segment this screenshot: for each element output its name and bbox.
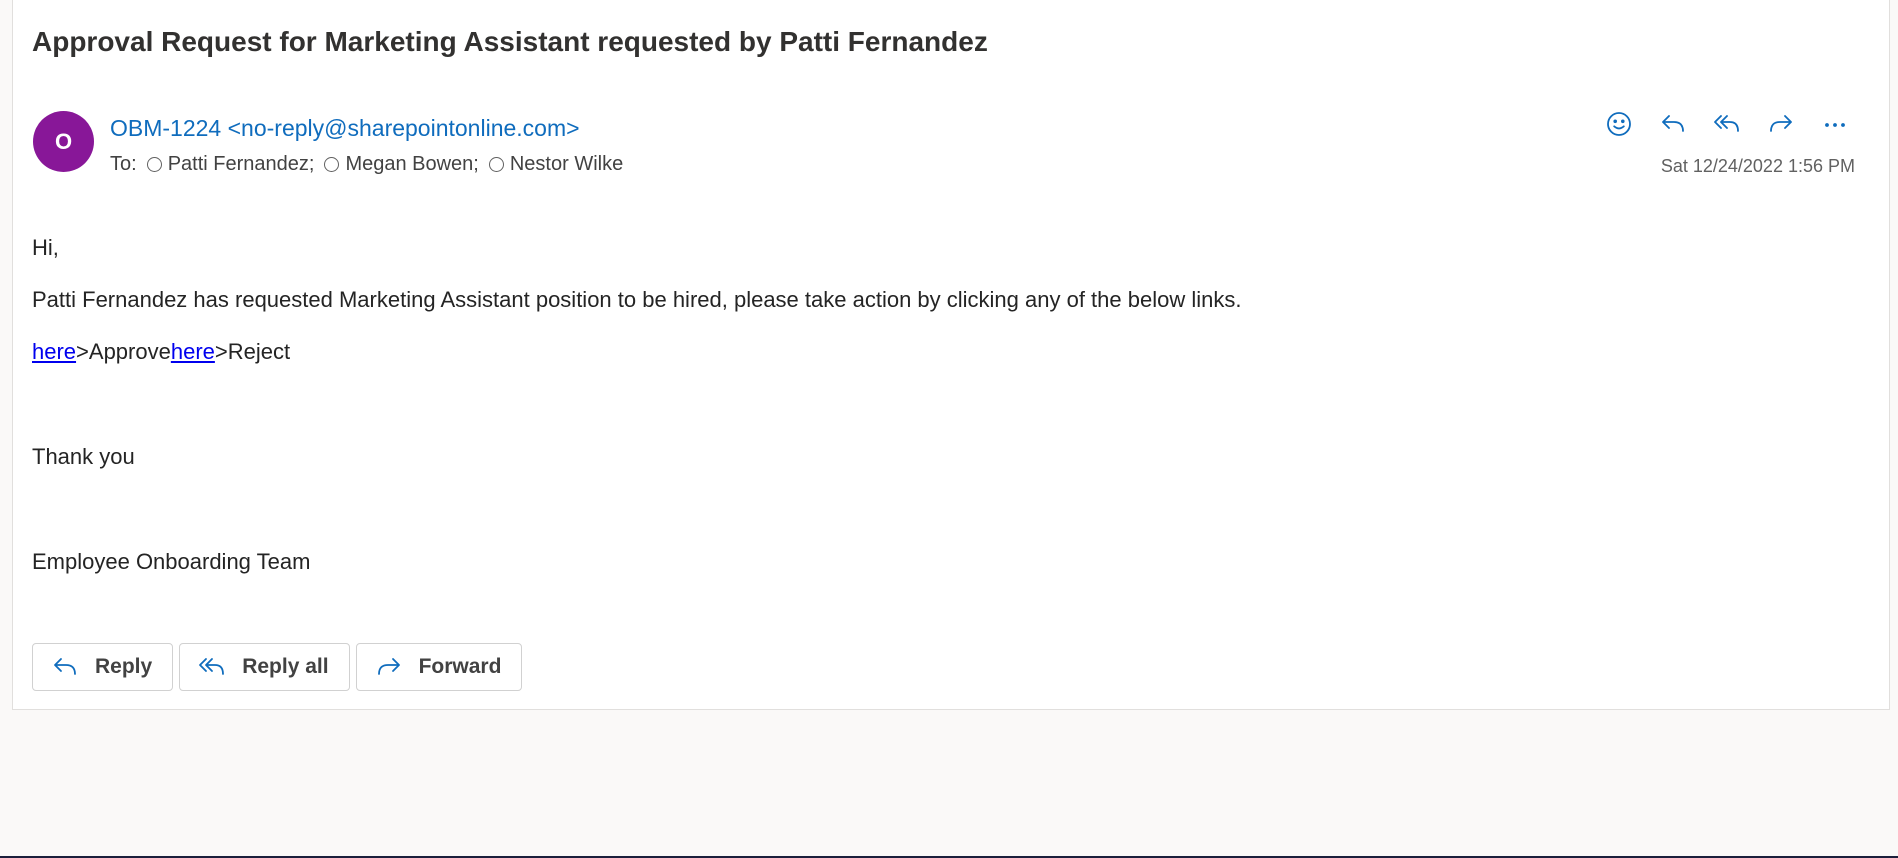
reject-text: >Reject xyxy=(214,339,291,364)
recipients-row: To: Patti Fernandez; Megan Bowen; Nestor… xyxy=(110,153,623,176)
action-links: here>Approvehere>Reject xyxy=(32,339,290,365)
to-label: To: xyxy=(110,153,137,175)
recipient-name: Nestor Wilke xyxy=(509,153,624,175)
more-actions-button[interactable] xyxy=(1817,108,1853,140)
greeting: Hi, xyxy=(32,235,59,260)
reply-all-icon xyxy=(1714,115,1739,132)
recipient-patti[interactable]: Patti Fernandez; xyxy=(146,153,315,176)
presence-icon xyxy=(488,157,504,172)
recipient-name: Patti Fernandez; xyxy=(167,153,315,175)
reply-button[interactable] xyxy=(1655,108,1691,140)
reply-all-icon xyxy=(199,658,225,675)
footer-forward-button[interactable]: Forward xyxy=(355,643,523,691)
reply-all-button[interactable] xyxy=(1709,108,1745,140)
footer-reply-all-button[interactable]: Reply all xyxy=(179,643,350,691)
recipient-nestor[interactable]: Nestor Wilke xyxy=(488,153,624,176)
thanks-text: Thank you xyxy=(32,444,135,469)
header-actions xyxy=(1601,108,1853,140)
recipient-megan[interactable]: Megan Bowen; xyxy=(324,153,479,176)
presence-icon xyxy=(146,157,162,172)
emoji-icon xyxy=(1607,112,1631,136)
footer-reply-button[interactable]: Reply xyxy=(32,643,174,691)
message-text: Patti Fernandez has requested Marketing … xyxy=(32,287,1242,312)
forward-label: Forward xyxy=(418,655,502,678)
approve-link[interactable]: here xyxy=(32,339,76,364)
reject-link[interactable]: here xyxy=(171,339,215,364)
more-icon xyxy=(1825,123,1845,127)
forward-button[interactable] xyxy=(1763,108,1799,140)
signature-text: Employee Onboarding Team xyxy=(32,549,311,574)
sender-name[interactable]: OBM-1224 <no-reply@sharepointonline.com> xyxy=(110,115,580,142)
sender-avatar[interactable]: O xyxy=(33,111,94,172)
reply-all-label: Reply all xyxy=(242,655,329,678)
reply-label: Reply xyxy=(95,655,153,678)
reading-pane: Approval Request for Marketing Assistant… xyxy=(12,0,1890,710)
forward-icon xyxy=(1770,115,1792,132)
recipient-name: Megan Bowen; xyxy=(345,153,479,175)
footer-actions: Reply Reply all Forward xyxy=(32,643,523,691)
reply-icon xyxy=(54,658,76,675)
approve-text: >Approve xyxy=(76,339,171,364)
email-subject: Approval Request for Marketing Assistant… xyxy=(32,26,988,57)
presence-icon xyxy=(324,157,340,172)
email-timestamp: Sat 12/24/2022 1:56 PM xyxy=(1660,156,1855,176)
emoji-button[interactable] xyxy=(1601,108,1637,140)
reply-icon xyxy=(1662,115,1684,132)
forward-icon xyxy=(377,658,400,675)
